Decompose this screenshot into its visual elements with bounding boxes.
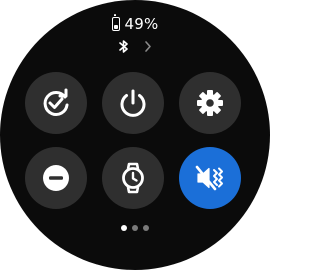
power-button[interactable] [102, 72, 164, 134]
page-dot [121, 225, 127, 231]
chevron-right-icon[interactable] [144, 40, 152, 53]
settings-button[interactable] [179, 72, 241, 134]
mute-vibrate-icon [195, 165, 223, 191]
bluetooth-icon [119, 39, 128, 53]
sync-check-button[interactable] [25, 72, 87, 134]
status-bar: 49% [0, 14, 270, 34]
do-not-disturb-icon [43, 165, 69, 191]
battery-percent: 49% [124, 15, 159, 33]
do-not-disturb-button[interactable] [25, 147, 87, 209]
power-icon [120, 89, 146, 117]
watch-face: 49% [0, 0, 270, 270]
sync-check-icon [43, 88, 69, 116]
battery-icon [111, 14, 120, 31]
watch-only-button[interactable] [102, 147, 164, 209]
battery-fill [113, 25, 118, 29]
sound-mute-vibrate-button[interactable] [179, 147, 241, 209]
page-dot [132, 225, 138, 231]
watch-icon [122, 162, 144, 194]
page-dot [143, 225, 149, 231]
connection-row[interactable] [0, 38, 270, 54]
gear-icon [197, 90, 223, 116]
page-indicator [0, 225, 270, 231]
